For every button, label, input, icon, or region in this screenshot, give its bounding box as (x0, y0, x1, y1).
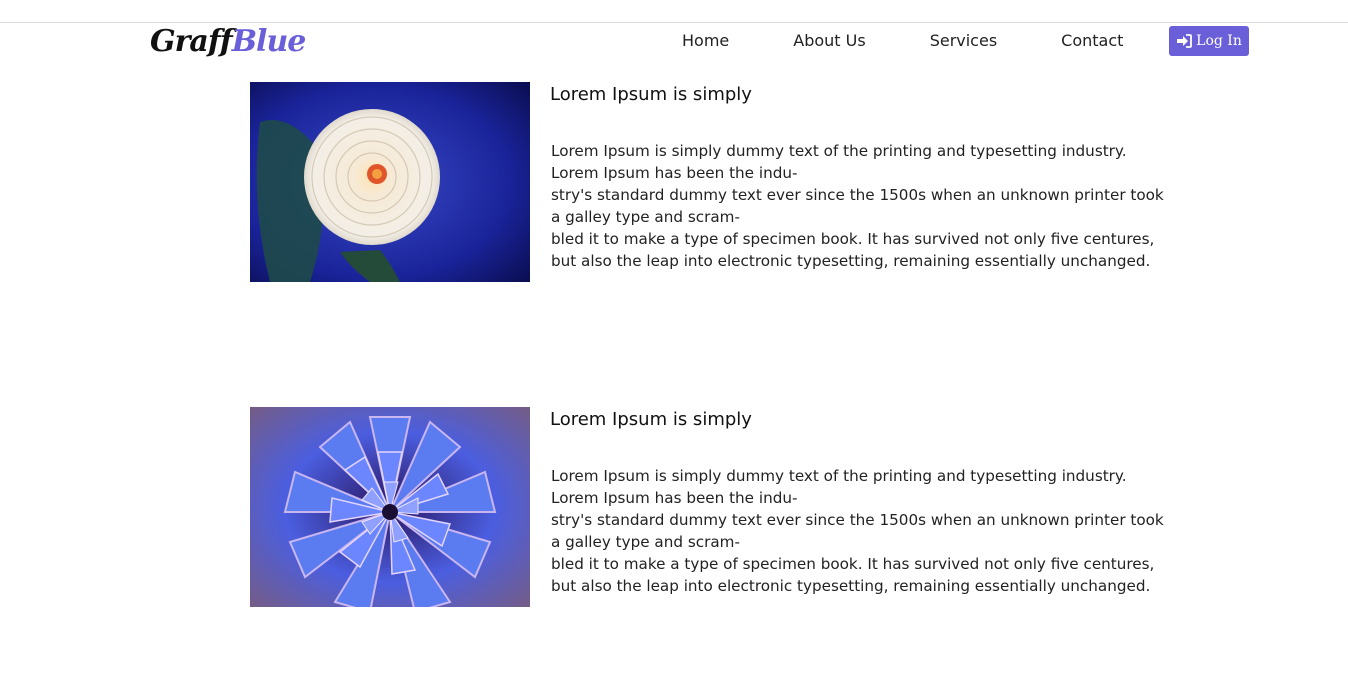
white-dahlia-image (250, 82, 530, 282)
logo-text-dark: Graff (150, 24, 233, 59)
card-text-line: Lorem Ipsum has been the indu- (551, 489, 798, 507)
nav-services-link[interactable]: Services (898, 30, 1029, 52)
navbar: Graff Blue Home About Us Services Contact… (0, 0, 1348, 70)
card-text-line: but also the leap into electronic typese… (551, 252, 1151, 270)
card-text-line: a galley type and scram- (551, 533, 740, 551)
nav-contact-link[interactable]: Contact (1029, 30, 1155, 52)
card-body: Lorem Ipsum is simply dummy text of the … (551, 465, 1164, 597)
card-title: Lorem Ipsum is simply (550, 409, 752, 430)
card-text-line: bled it to make a type of specimen book.… (551, 230, 1155, 248)
card-title: Lorem Ipsum is simply (550, 84, 752, 105)
blue-dahlia-image (250, 407, 530, 607)
card-text-line: Lorem Ipsum has been the indu- (551, 164, 798, 182)
article-card: Lorem Ipsum is simply Lorem Ipsum is sim… (250, 82, 1170, 282)
card-text-line: Lorem Ipsum is simply dummy text of the … (551, 467, 1127, 485)
card-text-line: stry's standard dummy text ever since th… (551, 186, 1164, 204)
card-text-line: bled it to make a type of specimen book.… (551, 555, 1155, 573)
login-label: Log In (1196, 33, 1242, 49)
main-nav: Home About Us Services Contact (650, 30, 1155, 52)
card-text-line: Lorem Ipsum is simply dummy text of the … (551, 142, 1127, 160)
card-text-line: stry's standard dummy text ever since th… (551, 511, 1164, 529)
logo[interactable]: Graff Blue (150, 18, 307, 66)
nav-home-link[interactable]: Home (650, 30, 761, 52)
article-card: Lorem Ipsum is simply Lorem Ipsum is sim… (250, 407, 1170, 607)
sign-in-icon (1177, 34, 1193, 48)
card-body: Lorem Ipsum is simply dummy text of the … (551, 140, 1164, 272)
nav-about-link[interactable]: About Us (761, 30, 897, 52)
logo-text-accent: Blue (231, 24, 307, 59)
card-text-line: a galley type and scram- (551, 208, 740, 226)
card-text-line: but also the leap into electronic typese… (551, 577, 1151, 595)
login-button[interactable]: Log In (1169, 26, 1249, 56)
